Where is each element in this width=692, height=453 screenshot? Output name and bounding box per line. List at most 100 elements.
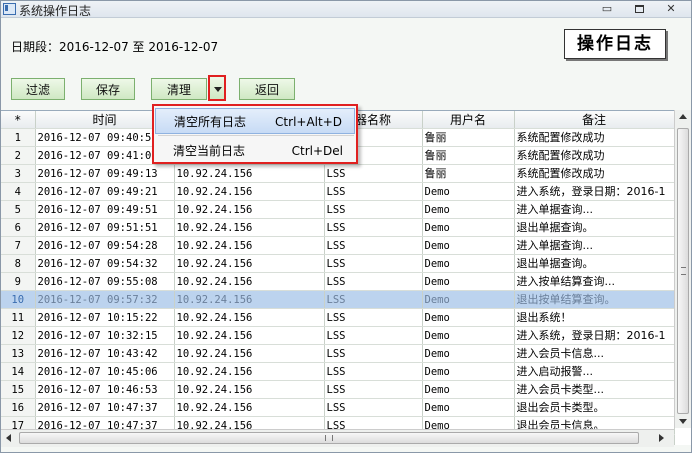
table-cell: 2016-12-07 10:15:22 bbox=[35, 308, 175, 327]
table-cell: 退出会员卡类型。 bbox=[514, 398, 675, 417]
clear-dropdown-menu: 清空所有日志 Ctrl+Alt+D 清空当前日志 Ctrl+Del bbox=[152, 104, 358, 164]
maximize-icon bbox=[634, 5, 644, 13]
close-button[interactable]: ✕ bbox=[661, 2, 681, 15]
table-cell: LSS bbox=[324, 344, 423, 363]
log-window: 系统操作日志 ▭ ✕ 日期段：2016-12-07 至 2016-12-07 操… bbox=[0, 0, 692, 453]
table-cell: 7 bbox=[1, 236, 36, 255]
table-cell: 16 bbox=[1, 398, 36, 417]
table-row[interactable]: 6 2016-12-07 09:51:51 10.92.24.156 LSS Demo 退… bbox=[1, 218, 675, 237]
table-cell: LSS bbox=[324, 164, 423, 183]
table-cell: 10.92.24.156 bbox=[174, 164, 325, 183]
column-header-remark[interactable]: 备注 bbox=[514, 111, 675, 129]
scroll-right-icon[interactable] bbox=[659, 434, 664, 442]
scroll-down-icon[interactable] bbox=[679, 419, 687, 424]
table-cell: 2016-12-07 09:51:51 bbox=[35, 218, 175, 237]
table-cell: 1 bbox=[1, 128, 36, 147]
table-row[interactable]: 13 2016-12-07 10:43:42 10.92.24.156 LSS Demo… bbox=[1, 344, 675, 363]
table-row[interactable]: 11 2016-12-07 10:15:22 10.92.24.156 LSS Demo… bbox=[1, 308, 675, 327]
menu-item-label: 清空所有日志 bbox=[174, 115, 247, 129]
save-button[interactable]: 保存 bbox=[81, 78, 135, 100]
table-cell: 进入启动报警... bbox=[514, 362, 675, 381]
table-row[interactable]: 9 2016-12-07 09:55:08 10.92.24.156 LSS Demo 进… bbox=[1, 272, 675, 291]
table-cell: 10.92.24.156 bbox=[174, 200, 325, 219]
table-cell: 2016-12-07 09:54:28 bbox=[35, 236, 175, 255]
table-row[interactable]: 3 2016-12-07 09:49:13 10.92.24.156 LSS 鲁丽 系统配… bbox=[1, 164, 675, 183]
table-cell: 2016-12-07 09:49:13 bbox=[35, 164, 175, 183]
table-cell: 2016-12-07 10:32:15 bbox=[35, 326, 175, 345]
table-row[interactable]: 14 2016-12-07 10:45:06 10.92.24.156 LSS Demo… bbox=[1, 362, 675, 381]
table-row[interactable]: 8 2016-12-07 09:54:32 10.92.24.156 LSS Demo 退… bbox=[1, 254, 675, 273]
table-cell: LSS bbox=[324, 218, 423, 237]
minimize-button[interactable]: ▭ bbox=[597, 2, 617, 15]
menu-separator bbox=[158, 135, 354, 136]
table-cell: Demo bbox=[422, 236, 515, 255]
table-cell: 14 bbox=[1, 362, 36, 381]
clear-button[interactable]: 清理 bbox=[151, 78, 207, 100]
table-cell: 15 bbox=[1, 380, 36, 399]
table-cell: 退出单据查询。 bbox=[514, 218, 675, 237]
operation-log-logo: 操作日志 bbox=[564, 29, 666, 59]
table-cell: 2016-12-07 09:55:08 bbox=[35, 272, 175, 291]
filter-button[interactable]: 过滤 bbox=[11, 78, 65, 100]
table-cell: Demo bbox=[422, 254, 515, 273]
vertical-scroll-thumb[interactable] bbox=[677, 128, 689, 414]
table-cell: 10.92.24.156 bbox=[174, 236, 325, 255]
table-cell: 进入系统，登录日期：2016-1 bbox=[514, 182, 675, 201]
table-cell: 鲁丽 bbox=[422, 128, 515, 147]
table-cell: Demo bbox=[422, 362, 515, 381]
window-title: 系统操作日志 bbox=[19, 4, 92, 18]
vertical-scrollbar[interactable] bbox=[674, 110, 691, 428]
table-cell: LSS bbox=[324, 362, 423, 381]
table-cell: 退出系统！ bbox=[514, 308, 675, 327]
table-cell: 退出单据查询。 bbox=[514, 254, 675, 273]
column-header-username[interactable]: 用户名 bbox=[422, 111, 515, 129]
maximize-button[interactable] bbox=[629, 2, 649, 15]
table-cell: LSS bbox=[324, 200, 423, 219]
table-cell: 进入按单结算查询... bbox=[514, 272, 675, 291]
table-cell: Demo bbox=[422, 344, 515, 363]
table-cell: 2016-12-07 10:46:53 bbox=[35, 380, 175, 399]
table-cell: Demo bbox=[422, 218, 515, 237]
table-row[interactable]: 4 2016-12-07 09:49:21 10.92.24.156 LSS Demo 进… bbox=[1, 182, 675, 201]
clear-dropdown-button[interactable] bbox=[208, 75, 226, 101]
table-cell: Demo bbox=[422, 182, 515, 201]
table-cell: 10.92.24.156 bbox=[174, 182, 325, 201]
table-cell: 退出按单结算查询。 bbox=[514, 290, 675, 309]
horizontal-scroll-thumb[interactable] bbox=[19, 432, 639, 444]
horizontal-scrollbar[interactable] bbox=[1, 429, 674, 447]
menu-item-shortcut: Ctrl+Alt+D bbox=[275, 115, 342, 129]
table-row[interactable]: 7 2016-12-07 09:54:28 10.92.24.156 LSS Demo 进… bbox=[1, 236, 675, 255]
title-bar: 系统操作日志 ▭ ✕ bbox=[1, 1, 691, 18]
table-cell: 8 bbox=[1, 254, 36, 273]
table-cell: 2016-12-07 10:47:37 bbox=[35, 398, 175, 417]
table-cell: 10.92.24.156 bbox=[174, 308, 325, 327]
table-cell: 2016-12-07 09:54:32 bbox=[35, 254, 175, 273]
table-row[interactable]: 10 2016-12-07 09:57:32 10.92.24.156 LSS Demo… bbox=[1, 290, 675, 309]
back-button[interactable]: 返回 bbox=[239, 78, 295, 100]
table-row[interactable]: 5 2016-12-07 09:49:51 10.92.24.156 LSS Demo 进… bbox=[1, 200, 675, 219]
scroll-up-icon[interactable] bbox=[679, 114, 687, 119]
column-header-index[interactable]: * bbox=[1, 111, 36, 129]
table-cell: 12 bbox=[1, 326, 36, 345]
table-cell: 3 bbox=[1, 164, 36, 183]
table-cell: 系统配置修改成功 bbox=[514, 128, 675, 147]
table-cell: Demo bbox=[422, 308, 515, 327]
scroll-left-icon[interactable] bbox=[6, 434, 11, 442]
table-cell: Demo bbox=[422, 290, 515, 309]
menu-item-clear-current-logs[interactable]: 清空当前日志 Ctrl+Del bbox=[155, 138, 355, 164]
table-cell: 进入单据查询... bbox=[514, 236, 675, 255]
table-cell: 2016-12-07 10:45:06 bbox=[35, 362, 175, 381]
table-cell: 系统配置修改成功 bbox=[514, 146, 675, 165]
table-row[interactable]: 16 2016-12-07 10:47:37 10.92.24.156 LSS Demo… bbox=[1, 398, 675, 417]
table-row[interactable]: 15 2016-12-07 10:46:53 10.92.24.156 LSS Demo… bbox=[1, 380, 675, 399]
table-cell: 10.92.24.156 bbox=[174, 254, 325, 273]
table-cell: 2016-12-07 10:43:42 bbox=[35, 344, 175, 363]
table-row[interactable]: 12 2016-12-07 10:32:15 10.92.24.156 LSS Demo… bbox=[1, 326, 675, 345]
table-cell: 10.92.24.156 bbox=[174, 272, 325, 291]
table-cell: LSS bbox=[324, 290, 423, 309]
table-cell: 进入会员卡类型... bbox=[514, 380, 675, 399]
table-cell: 9 bbox=[1, 272, 36, 291]
table-cell: Demo bbox=[422, 398, 515, 417]
menu-item-clear-all-logs[interactable]: 清空所有日志 Ctrl+Alt+D bbox=[155, 108, 355, 134]
table-cell: 10.92.24.156 bbox=[174, 380, 325, 399]
